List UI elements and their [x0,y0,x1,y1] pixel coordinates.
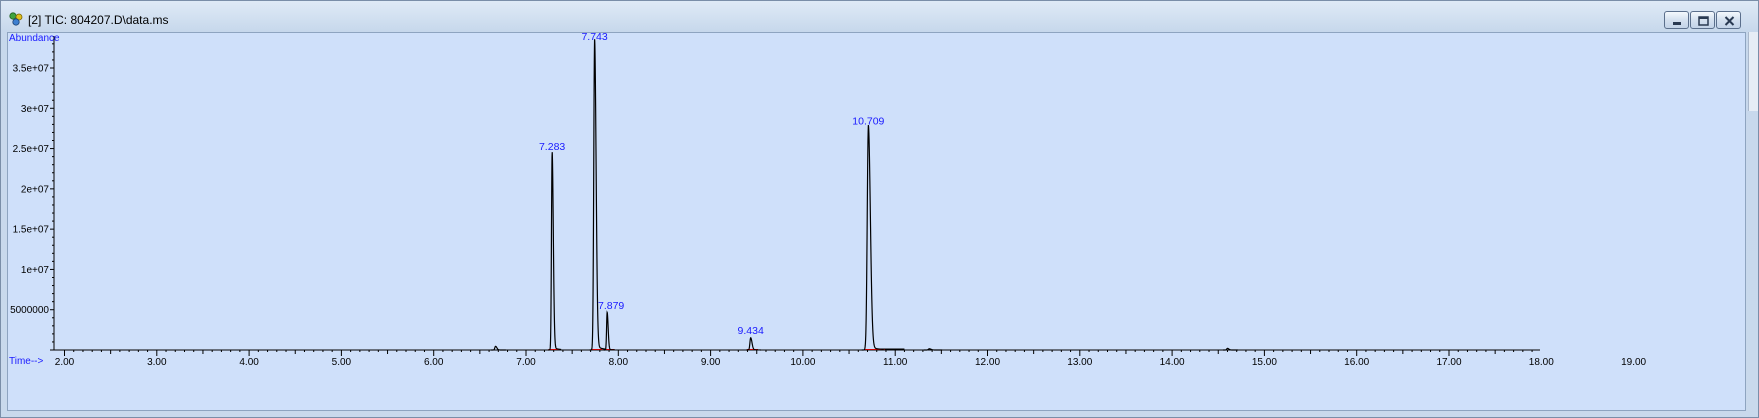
y-tick-label: 3e+07 [21,104,50,115]
x-axis-title: Time--> [9,356,44,367]
peak-labels: 7.283 7.743 7.879 9.434 10.709 [539,31,885,337]
title-bar[interactable]: [2] TIC: 804207.D\data.ms [1,1,1758,31]
peak-label: 9.434 [738,325,764,337]
peak-label: 7.283 [539,141,565,153]
x-tick-label: 5.00 [332,357,352,368]
axes: Abundance Time--> 5000000 1e+07 1.5e+07 2e+07… [9,33,1647,368]
x-tick-label: 6.00 [424,357,444,368]
vertical-scrollbar[interactable] [1748,32,1758,111]
x-tick-label: 2.00 [55,357,75,368]
restore-button[interactable] [1690,11,1715,29]
chromatogram-window: [2] TIC: 804207.D\data.ms Abundance Time-… [0,0,1759,418]
close-icon [1724,16,1735,26]
plot-area[interactable]: Abundance Time--> 5000000 1e+07 1.5e+07 2e+07… [7,31,1746,411]
x-tick-label: 12.00 [975,357,1000,368]
restore-icon [1698,16,1709,26]
peak-trace [548,152,562,351]
window-title: [2] TIC: 804207.D\data.ms [28,13,169,27]
y-tick-label: 2e+07 [21,184,50,195]
peak-trace [603,310,615,351]
x-tick-label: 14.00 [1160,357,1185,368]
peak-label: 7.879 [598,300,624,312]
y-tick-label: 5000000 [10,305,49,316]
x-tick-label: 3.00 [147,357,167,368]
close-button[interactable] [1716,11,1741,29]
peak-trace [491,345,506,351]
peak-trace [923,348,943,351]
y-tick-label: 3.5e+07 [13,64,50,75]
tic-chromatogram-chart: Abundance Time--> 5000000 1e+07 1.5e+07 2e+07… [9,31,1647,368]
y-tick-label: 2.5e+07 [13,144,50,155]
x-tick-label: 15.00 [1252,357,1277,368]
x-tick-label: 18.00 [1529,357,1554,368]
peak-trace [746,336,761,351]
x-tick-label: 8.00 [609,357,629,368]
y-tick-label: 1e+07 [21,265,50,276]
x-tick-label: 9.00 [701,357,721,368]
y-tick-label: 1.5e+07 [13,225,50,236]
peak-label: 10.709 [852,115,884,127]
x-tick-label: 10.00 [790,357,815,368]
x-tick-label: 7.00 [516,357,536,368]
x-tick-label: 11.00 [883,357,908,368]
x-tick-label: 17.00 [1436,357,1461,368]
y-axis-title: Abundance [9,33,60,44]
minimize-icon [1673,22,1681,25]
x-tick-label: 16.00 [1344,357,1369,368]
x-tick-label: 19.00 [1621,357,1646,368]
x-tick-label: 13.00 [1067,357,1092,368]
minimize-button[interactable] [1664,11,1689,29]
chromatogram-app-icon [9,12,23,26]
peak-trace [861,124,884,351]
peak-trace [1223,347,1238,351]
x-tick-label: 4.00 [239,357,259,368]
peak-label: 7.743 [581,33,607,43]
